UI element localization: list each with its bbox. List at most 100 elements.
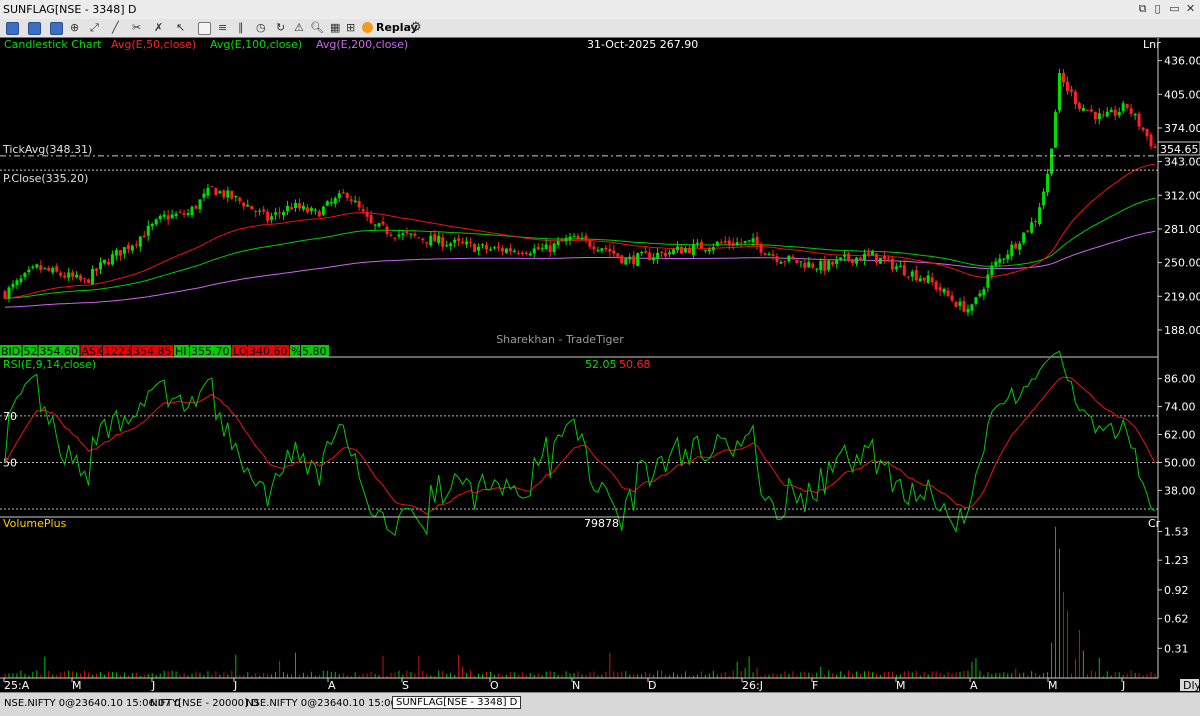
status-active-tab[interactable]: SUNFLAG[NSE - 3348] D [392,696,522,709]
window-title: SUNFLAG[NSE - 3348] D [3,3,137,16]
candle-body [194,205,198,209]
delete-icon[interactable]: ✗ [154,21,163,34]
candle-body [369,214,373,224]
minimize-icon[interactable]: ▯ [1151,2,1164,15]
gear-icon[interactable]: ⚙ [410,20,422,35]
candle-body [1030,222,1034,233]
lines-icon[interactable]: ∥ [238,21,244,34]
candle-body [1042,191,1046,206]
search-icon[interactable]: 🔍︎ [310,21,324,34]
candle-body [544,244,548,250]
x-tick-label: J [1121,679,1125,692]
candle-body [266,211,270,221]
candle-body [1149,134,1153,147]
candle-body [230,190,234,199]
candle-body [150,223,154,227]
candle-body [437,235,441,243]
candle-body [791,256,795,259]
watermark: Sharekhan - TradeTiger [496,333,624,346]
candle-body [636,253,640,267]
candle-body [449,243,453,247]
candle-body [699,241,703,249]
table-icon[interactable] [198,22,211,35]
pointer-icon[interactable]: ↖ [176,21,185,34]
candle-body [1057,73,1061,111]
candle-body [341,192,345,194]
candle-body [1125,104,1129,108]
quote-bar: BID 52 354.60 ASK 1223 354.85 HI 355.70 LO 340.60… [0,345,329,358]
candle-body [664,252,668,257]
candle-body [592,246,596,250]
clock-icon[interactable]: ◷ [256,21,266,34]
chart-toolbar: ⊕ ⤢ ╱ ✂ ✗ ↖ ≡ ∥ ◷ ↻ ⚠ 🔍︎ ▦ ⊞ Replay ⚙ [0,19,1200,38]
refresh-icon[interactable]: ↻ [276,21,285,34]
tick-icon[interactable] [50,22,63,35]
candle-body [238,197,242,202]
quote-text: 355.70 [191,345,230,358]
candle-body [1034,220,1038,223]
candle-body [63,275,67,278]
candle-body [878,257,882,264]
candle-body [373,224,377,226]
candle-body [890,258,894,270]
candle-body [572,235,576,237]
close-icon[interactable]: ✕ [1184,2,1197,15]
candle-body [441,237,445,247]
daily-icon[interactable] [28,22,41,35]
candle-body [126,245,130,250]
x-tick-label: A [328,679,336,692]
candle-body [695,242,699,244]
candle-body [1077,103,1081,109]
y-tick-label: 312.00 [1164,189,1200,202]
date-price-readout: 31-Oct-2025 267.90 [587,38,698,51]
candle-body [660,251,664,253]
candle-body [894,266,898,270]
candle-body [1137,113,1141,127]
candle-body [982,289,986,296]
y-tick-label: 188.00 [1164,324,1200,337]
x-tick-label: D [648,679,656,692]
candle-body [91,268,95,285]
intraday-icon[interactable] [6,22,19,35]
candle-body [409,233,413,235]
replay-icon[interactable] [362,22,373,33]
candle-body [998,258,1002,263]
candle-body [321,206,325,215]
candle-body [827,260,831,271]
scissors-icon[interactable]: ✂ [132,21,141,34]
crosshair-icon[interactable]: ⊕ [70,21,79,34]
candle-body [1105,111,1109,117]
calendar-icon[interactable]: ▦ [330,21,340,34]
zoom-in-icon[interactable]: ⤢ [90,21,99,34]
candle-body [747,240,751,242]
alert-icon[interactable]: ⚠ [294,21,304,34]
candle-body [305,207,309,213]
candle-body [286,206,290,211]
quote-text: 354.60 [40,345,79,358]
candle-body [83,278,87,280]
prev-close-label: P.Close(335.20) [3,172,88,185]
candle-body [500,247,504,252]
restore-icon[interactable]: ⧉ [1136,2,1149,15]
candle-body [250,205,254,210]
fibonacci-icon[interactable]: ≡ [218,21,227,34]
y-tick-label: 0.31 [1164,642,1189,655]
candle-body [385,226,389,234]
candle-body [946,290,950,296]
maximize-icon[interactable]: ▭ [1168,2,1181,15]
candle-body [413,233,417,236]
candle-body [898,265,902,268]
stock-chart[interactable]: Sharekhan - TradeTiger TickAvg(348.31) P… [0,38,1200,692]
candle-body [882,255,886,260]
candle-body [516,252,520,254]
candle-body [1145,128,1149,137]
status-item[interactable]: NIFTY[NSE - 20000] D [150,698,259,709]
candle-body [719,242,723,244]
candle-body [1133,113,1137,116]
candle-body [488,249,492,251]
candle-body [727,240,731,245]
candle-body [234,196,238,198]
compare-chart-icon[interactable]: ⊞ [346,21,355,34]
candle-body [994,261,998,266]
trendline-icon[interactable]: ╱ [112,21,119,34]
